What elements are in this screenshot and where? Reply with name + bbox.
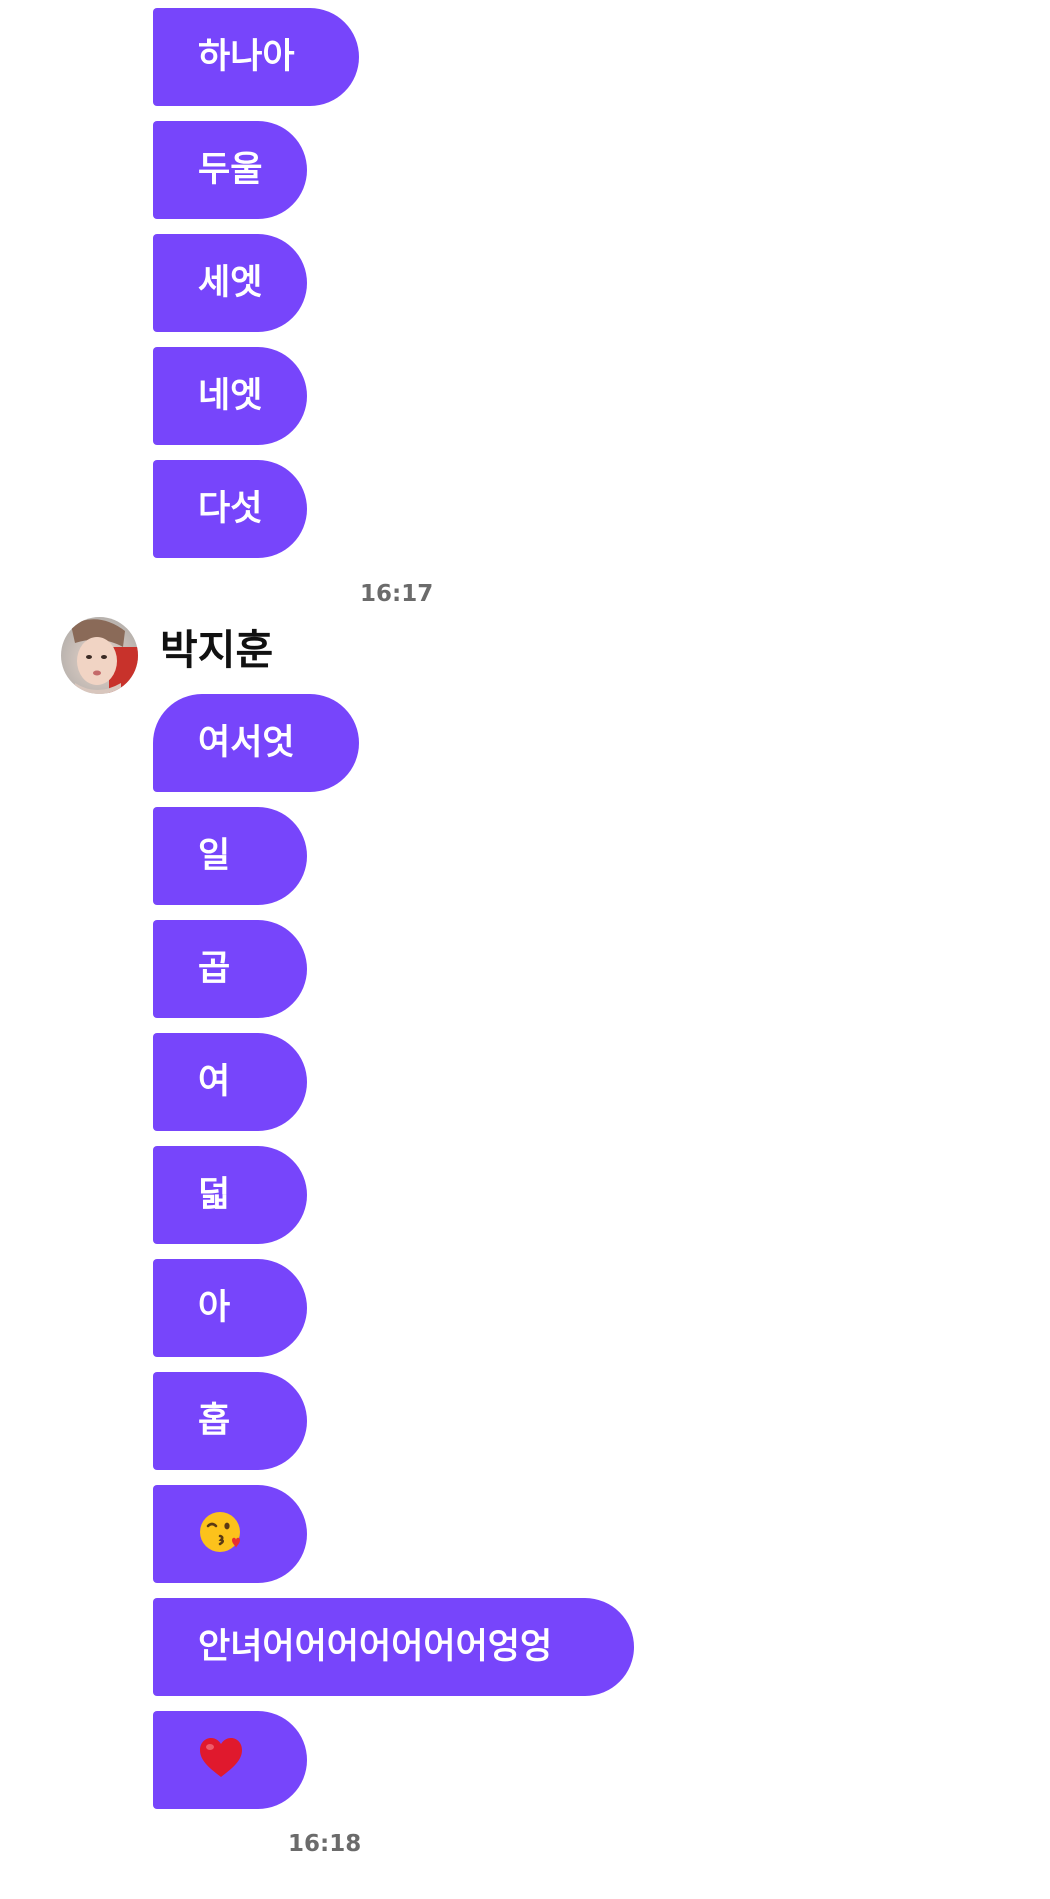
avatar-photo-icon (61, 617, 138, 694)
message-text: 여 (198, 1062, 231, 1102)
message-text: 덟 (198, 1175, 231, 1215)
message-bubble[interactable]: 안녀어어어어어어어엉엉 (153, 1598, 634, 1696)
message-text: 일 (198, 836, 231, 876)
message-bubble[interactable]: 다섯 (153, 460, 307, 558)
message-bubble[interactable] (153, 1485, 307, 1583)
message-bubble[interactable]: 홉 (153, 1372, 307, 1470)
message-bubble[interactable]: 곱 (153, 920, 307, 1018)
message-timestamp: 16:18 (288, 1831, 362, 1857)
message-text: 아 (198, 1288, 231, 1328)
message-text: 홉 (198, 1401, 231, 1441)
message-text: 하나아 (198, 37, 295, 77)
message-text: 다섯 (198, 489, 263, 529)
kissing-face-emoji-icon (200, 1512, 240, 1552)
message-bubble[interactable]: 두울 (153, 121, 307, 219)
message-bubble[interactable]: 하나아 (153, 8, 359, 106)
message-bubble[interactable]: 일 (153, 807, 307, 905)
message-bubble[interactable]: 덟 (153, 1146, 307, 1244)
message-bubble[interactable] (153, 1711, 307, 1809)
message-text: 곱 (198, 949, 231, 989)
message-bubble[interactable]: 아 (153, 1259, 307, 1357)
message-text: 여서엇 (198, 723, 295, 763)
sender-name[interactable]: 박지훈 (160, 624, 273, 676)
message-bubble[interactable]: 네엣 (153, 347, 307, 445)
message-text: 세엣 (198, 263, 263, 303)
message-bubble[interactable]: 여 (153, 1033, 307, 1131)
message-bubble[interactable]: 세엣 (153, 234, 307, 332)
message-text: 두울 (198, 150, 263, 190)
message-timestamp: 16:17 (360, 581, 434, 607)
avatar[interactable] (61, 617, 138, 694)
message-text: 안녀어어어어어어어엉엉 (198, 1627, 553, 1667)
message-text: 네엣 (198, 376, 263, 416)
red-heart-emoji-icon (200, 1738, 242, 1777)
message-bubble[interactable]: 여서엇 (153, 694, 359, 792)
